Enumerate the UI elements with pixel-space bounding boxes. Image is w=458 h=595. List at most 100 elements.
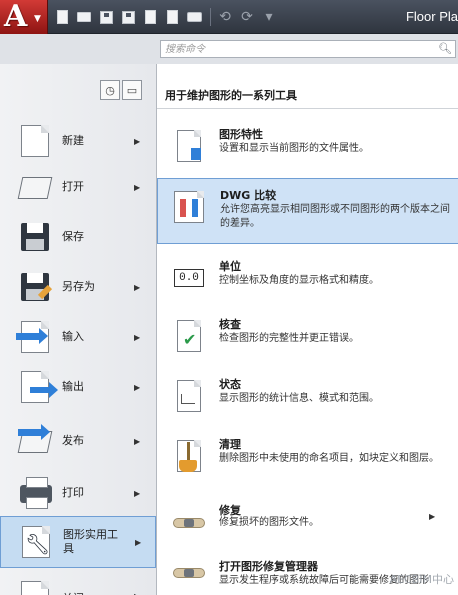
chevron-right-icon: ▶ xyxy=(134,136,141,146)
submenu-item-title: 图形特性 xyxy=(219,128,263,141)
chevron-right-icon: ▶ xyxy=(134,332,141,342)
export-icon xyxy=(144,10,156,24)
purge-icon xyxy=(171,440,205,474)
menu-item-new[interactable]: 新建 ▶ xyxy=(0,116,156,166)
drawing-properties-icon xyxy=(171,130,205,164)
close-document-icon xyxy=(18,581,54,595)
recent-documents-button[interactable]: ◷ xyxy=(100,80,120,100)
new-document-icon xyxy=(18,125,54,157)
menu-item-publish[interactable]: 发布 ▶ xyxy=(0,416,156,466)
redo-button[interactable]: ⟳ xyxy=(237,7,257,27)
open-documents-button[interactable]: ▭ xyxy=(122,80,142,100)
submenu-item-desc: 设置和显示当前图形的文件属性。 xyxy=(219,143,369,154)
submenu-item-title: 打开图形修复管理器 xyxy=(219,560,318,573)
submenu-item-title: 单位 xyxy=(219,260,241,273)
import-icon xyxy=(16,321,54,353)
printer-icon xyxy=(18,477,54,509)
toolbar-separator xyxy=(210,8,211,26)
title-bar: A ▼ ⟲ ⟳ ▾ Floor Pla xyxy=(0,0,458,34)
undo-button[interactable]: ⟲ xyxy=(215,7,235,27)
dwg-compare-icon xyxy=(172,191,206,225)
drawing-recovery-manager-icon xyxy=(171,556,205,590)
chevron-right-icon: ▶ xyxy=(134,182,141,192)
new-document-icon xyxy=(56,10,68,24)
submenu-item-desc: 检查图形的完整性并更正错误。 xyxy=(219,333,359,344)
menu-item-print[interactable]: 打印 ▶ xyxy=(0,468,156,518)
submenu-item-desc: 控制坐标及角度的显示格式和精度。 xyxy=(219,275,379,286)
submenu-item-recover[interactable]: 修复 修复损坏的图形文件。 ▶ xyxy=(157,494,458,548)
chevron-right-icon: ▶ xyxy=(134,488,141,498)
submenu-item-purge[interactable]: 清理 删除图形中未使用的命名项目，如块定义和图层。 xyxy=(157,428,458,494)
panel-header: 用于维护图形的一系列工具 xyxy=(157,83,458,109)
plot-button[interactable] xyxy=(184,7,204,27)
chevron-right-icon: ▶ xyxy=(134,436,141,446)
menu-item-label: 保存 xyxy=(62,230,84,243)
menu-item-label: 打印 xyxy=(62,486,84,499)
submenu-item-title: DWG 比较 xyxy=(220,189,277,202)
save-disk-icon xyxy=(18,221,54,253)
menu-item-save[interactable]: 保存 xyxy=(0,212,156,262)
save-as-icon xyxy=(18,271,54,303)
open-folder-icon xyxy=(17,171,54,203)
menu-item-label: 发布 xyxy=(62,434,84,447)
menu-item-export[interactable]: 输出 ▶ xyxy=(0,362,156,412)
open-folder-icon xyxy=(77,12,91,22)
application-menu-left: ◷ ▭ 新建 ▶ 打开 ▶ 保存 另存为 ▶ 输入 ▶ 输出 ▶ 发布 ▶ 打印… xyxy=(0,64,156,595)
autocad-logo: A xyxy=(4,0,28,34)
units-icon: 0.0 xyxy=(171,262,205,296)
menu-item-label: 新建 xyxy=(62,134,84,147)
save-button[interactable] xyxy=(96,7,116,27)
submenu-item-dwg-compare[interactable]: DWG 比较 允许您高亮显示相同图形或不同图形的两个版本之间的差异。 xyxy=(157,178,458,244)
menu-item-import[interactable]: 输入 ▶ xyxy=(0,312,156,362)
chevron-right-icon: ▶ xyxy=(134,282,141,292)
export-button[interactable] xyxy=(140,7,160,27)
search-input[interactable] xyxy=(161,41,437,57)
submenu-item-status[interactable]: 状态 显示图形的统计信息、模式和范围。 xyxy=(157,368,458,428)
menu-item-drawing-utilities[interactable]: 🔧︎ 图形实用工具 ▶ xyxy=(0,516,156,568)
folder-icon: ▭ xyxy=(126,83,138,97)
drawing-utilities-panel: 用于维护图形的一系列工具 图形特性 设置和显示当前图形的文件属性。 DWG 比较… xyxy=(156,64,458,595)
submenu-item-units[interactable]: 0.0 单位 控制坐标及角度的显示格式和精度。 xyxy=(157,250,458,310)
publish-button[interactable] xyxy=(162,7,182,27)
wrench-icon: 🔧︎ xyxy=(19,526,55,558)
menu-item-save-as[interactable]: 另存为 ▶ xyxy=(0,262,156,312)
menu-item-label: 另存为 xyxy=(62,280,95,293)
clock-icon: ◷ xyxy=(105,83,115,97)
customize-toolbar-button[interactable]: ▾ xyxy=(259,7,279,27)
submenu-item-title: 清理 xyxy=(219,438,241,451)
submenu-item-desc: 修复损坏的图形文件。 xyxy=(219,517,319,528)
chevron-down-icon: ▼ xyxy=(34,14,41,24)
submenu-item-title: 状态 xyxy=(219,378,241,391)
menu-item-close[interactable]: 关闭 ▶ xyxy=(0,572,156,595)
submenu-item-audit[interactable]: ✔ 核查 检查图形的完整性并更正错误。 xyxy=(157,308,458,368)
quick-access-toolbar: ⟲ ⟳ ▾ xyxy=(52,6,281,28)
application-menu-button[interactable]: A ▼ xyxy=(0,0,48,34)
status-icon xyxy=(171,380,205,414)
document-view-tools: ◷ ▭ xyxy=(100,80,144,100)
menu-item-label: 输出 xyxy=(62,380,84,393)
submenu-item-title: 核查 xyxy=(219,318,241,331)
undo-arrow-icon: ⟲ xyxy=(219,9,231,25)
search-box: 🔍︎ xyxy=(160,40,456,58)
open-button[interactable] xyxy=(74,7,94,27)
search-icon[interactable]: 🔍︎ xyxy=(438,42,452,55)
recover-icon xyxy=(171,506,205,540)
search-row: 🔍︎ xyxy=(0,34,458,64)
chevron-right-icon: ▶ xyxy=(134,382,141,392)
menu-item-label: 打开 xyxy=(62,180,84,193)
qnew-button[interactable] xyxy=(52,7,72,27)
window-title: Floor Pla xyxy=(405,9,458,24)
save-disk-icon xyxy=(99,10,113,24)
units-box-text: 0.0 xyxy=(174,269,204,287)
chevron-right-icon: ▶ xyxy=(429,512,436,521)
submenu-item-drawing-properties[interactable]: 图形特性 设置和显示当前图形的文件属性。 xyxy=(157,118,458,178)
redo-arrow-icon: ⟳ xyxy=(241,9,253,25)
submenu-item-desc: 允许您高亮显示相同图形或不同图形的两个版本之间的差异。 xyxy=(220,204,450,229)
menu-item-open[interactable]: 打开 ▶ xyxy=(0,162,156,212)
printer-icon xyxy=(186,12,202,22)
menu-item-label: 图形实用工具 xyxy=(63,528,118,555)
save-as-icon xyxy=(121,10,135,24)
save-as-button[interactable] xyxy=(118,7,138,27)
submenu-item-desc: 显示图形的统计信息、模式和范围。 xyxy=(219,393,379,404)
watermark: AECBIM中心 xyxy=(389,573,454,586)
